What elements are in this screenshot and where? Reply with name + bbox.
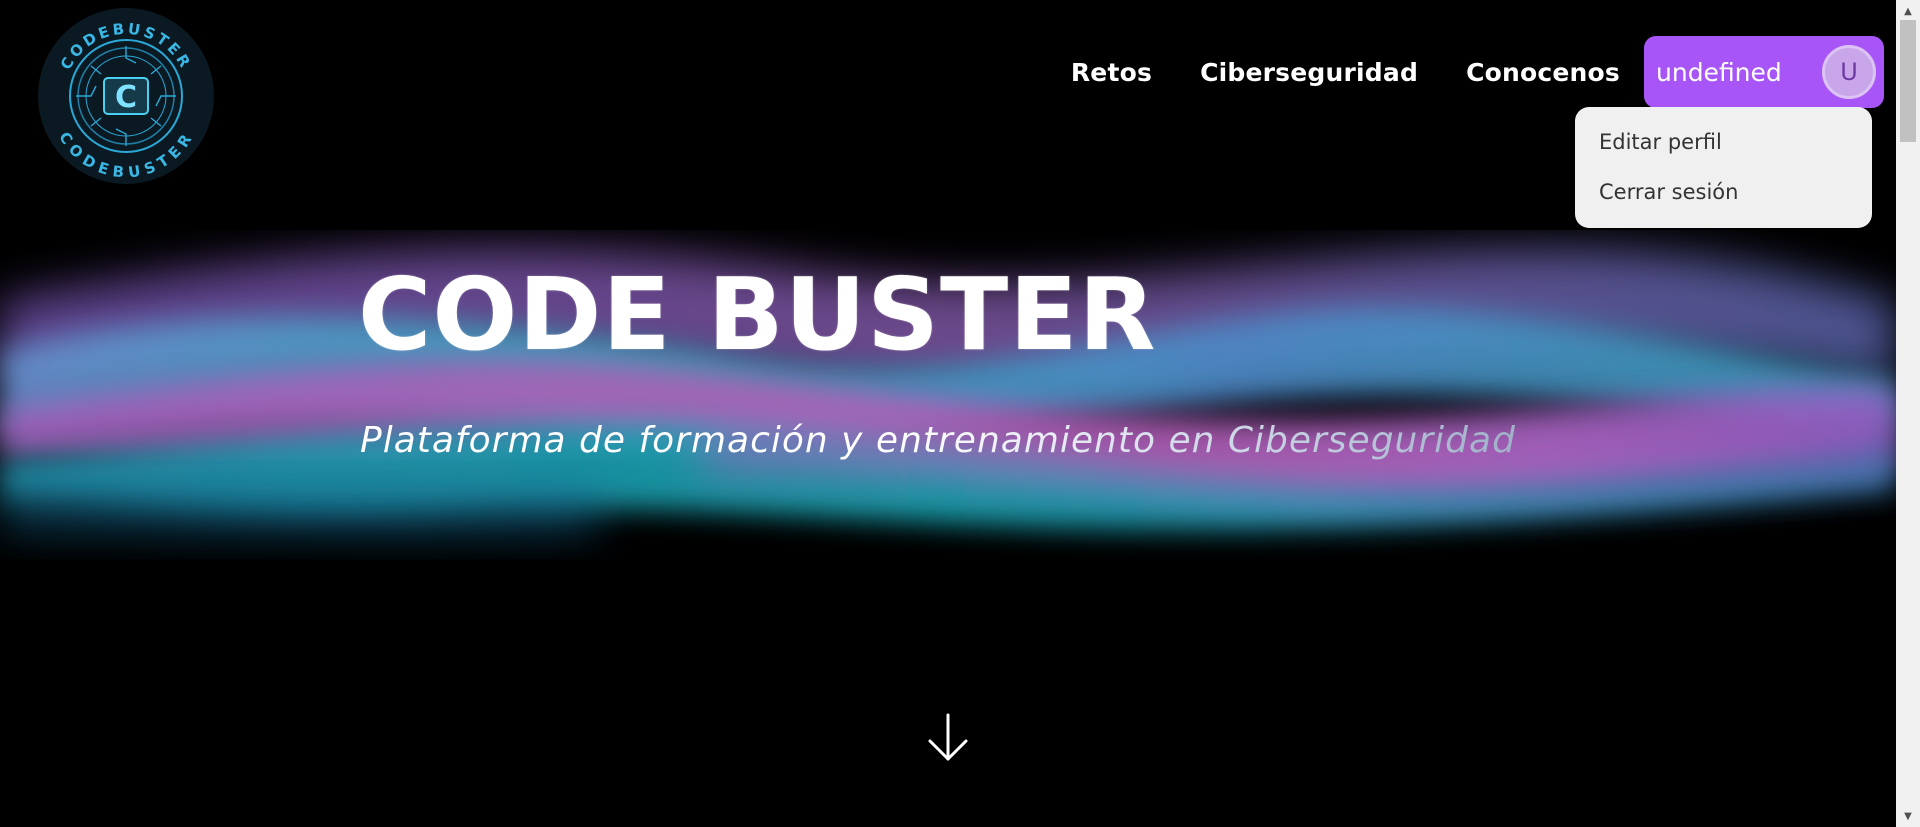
codebuster-logo[interactable]: C CODEBUSTER CODEBUSTER — [36, 6, 216, 186]
user-name: undefined — [1656, 57, 1782, 87]
hero-title: CODE BUSTER — [358, 256, 1157, 373]
scroll-up-arrow-icon[interactable]: ▲ — [1896, 2, 1920, 20]
nav-link-conocenos[interactable]: Conocenos — [1466, 58, 1620, 87]
avatar: U — [1822, 45, 1876, 99]
svg-text:C: C — [115, 80, 137, 115]
menu-item-edit-profile[interactable]: Editar perfil — [1575, 127, 1872, 177]
main-nav: Retos Ciberseguridad Conocenos undefined… — [1071, 36, 1884, 108]
arrow-down-icon[interactable] — [925, 712, 971, 764]
scrollbar-thumb[interactable] — [1900, 20, 1916, 142]
user-dropdown-menu: Editar perfil Cerrar sesión — [1575, 107, 1872, 228]
menu-item-logout[interactable]: Cerrar sesión — [1575, 177, 1872, 227]
page: C CODEBUSTER CODEBUSTER Retos Cibersegur… — [0, 0, 1920, 827]
page-scrollbar[interactable]: ▲ ▼ — [1896, 0, 1920, 827]
hero-subtitle: Plataforma de formación y entrenamiento … — [360, 420, 1516, 461]
scroll-down-arrow-icon[interactable]: ▼ — [1896, 807, 1920, 825]
nav-link-ciberseguridad[interactable]: Ciberseguridad — [1200, 58, 1418, 87]
nav-link-retos[interactable]: Retos — [1071, 58, 1152, 87]
viewport: C CODEBUSTER CODEBUSTER Retos Cibersegur… — [0, 0, 1896, 827]
user-menu-button[interactable]: undefined U — [1644, 36, 1884, 108]
